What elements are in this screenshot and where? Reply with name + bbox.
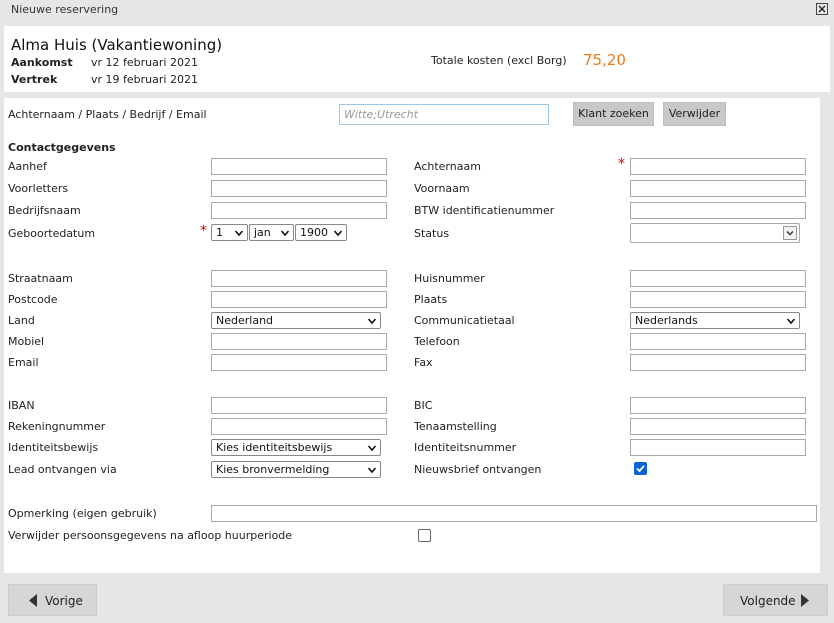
property-name: Alma Huis (Vakantiewoning) — [11, 36, 223, 54]
birth-year-value: 1900 — [300, 226, 328, 239]
arrow-left-icon — [29, 594, 37, 607]
reservation-summary: Alma Huis (Vakantiewoning) Aankomst vr 1… — [4, 26, 830, 92]
nieuwsbrief-checkbox[interactable] — [634, 462, 647, 475]
voorletters-label: Voorletters — [8, 182, 69, 195]
next-button[interactable]: Volgende — [723, 584, 828, 616]
geboortedatum-label: Geboortedatum — [8, 227, 96, 240]
total-costs-label: Totale kosten (excl Borg) — [431, 54, 567, 67]
previous-label: Vorige — [45, 594, 83, 608]
birth-day-select[interactable]: 1 — [211, 224, 248, 241]
fax-field[interactable] — [630, 354, 806, 371]
land-select[interactable]: Nederland — [211, 312, 381, 329]
total-costs-value: 75,20 — [583, 51, 626, 69]
voornaam-label: Voornaam — [414, 182, 470, 195]
find-customer-button[interactable]: Klant zoeken — [573, 102, 654, 126]
postcode-field[interactable] — [211, 291, 387, 308]
btw-label: BTW identificatienummer — [414, 204, 555, 217]
birth-year-select[interactable]: 1900 — [295, 224, 347, 241]
required-marker: * — [618, 156, 625, 172]
mobiel-field[interactable] — [211, 333, 387, 350]
required-marker: * — [200, 223, 207, 239]
tenaamstelling-label: Tenaamstelling — [414, 420, 497, 433]
rekeningnummer-label: Rekeningnummer — [8, 420, 106, 433]
previous-button[interactable]: Vorige — [8, 584, 97, 616]
chevron-down-icon — [368, 467, 376, 474]
next-label: Volgende — [740, 594, 796, 608]
arrival-label: Aankomst — [11, 56, 73, 69]
rekeningnummer-field[interactable] — [211, 418, 387, 435]
straatnaam-field[interactable] — [211, 270, 387, 287]
postcode-label: Postcode — [8, 293, 58, 306]
chevron-down-icon — [235, 230, 243, 237]
land-value: Nederland — [216, 314, 274, 327]
btw-field[interactable] — [630, 202, 806, 219]
email-field[interactable] — [211, 354, 387, 371]
bic-label: BIC — [414, 399, 433, 412]
lead-label: Lead ontvangen via — [8, 463, 117, 476]
bic-field[interactable] — [630, 397, 806, 414]
achternaam-label: Achternaam — [414, 160, 481, 173]
plaats-label: Plaats — [414, 293, 448, 306]
achternaam-field[interactable] — [630, 158, 806, 175]
chevron-down-icon — [368, 318, 376, 325]
departure-label: Vertrek — [11, 73, 58, 86]
huisnummer-field[interactable] — [630, 270, 806, 287]
huisnummer-label: Huisnummer — [414, 272, 485, 285]
chevron-down-icon — [787, 318, 795, 325]
straatnaam-label: Straatnaam — [8, 272, 73, 285]
opmerking-label: Opmerking (eigen gebruik) — [8, 507, 157, 520]
telefoon-field[interactable] — [630, 333, 806, 350]
dialog-title: Nieuwe reservering — [11, 3, 119, 16]
tenaamstelling-field[interactable] — [630, 418, 806, 435]
remove-customer-button[interactable]: Verwijder — [663, 102, 726, 126]
opmerking-field[interactable] — [211, 505, 817, 522]
bedrijfsnaam-field[interactable] — [211, 202, 387, 219]
chevron-down-icon — [334, 230, 342, 237]
arrival-date: vr 12 februari 2021 — [91, 56, 198, 69]
chevron-down-icon — [281, 230, 289, 237]
iban-label: IBAN — [8, 399, 35, 412]
birth-day-value: 1 — [216, 226, 223, 239]
arrow-right-icon — [801, 594, 809, 607]
voornaam-field[interactable] — [630, 180, 806, 197]
birth-month-value: jan — [254, 226, 271, 239]
communicatietaal-label: Communicatietaal — [414, 314, 515, 327]
bedrijfsnaam-label: Bedrijfsnaam — [8, 204, 81, 217]
dialog-titlebar: Nieuwe reservering — [0, 0, 834, 20]
chevron-down-icon — [368, 445, 376, 452]
lead-value: Kies bronvermelding — [216, 463, 330, 476]
chevron-down-icon — [783, 226, 797, 240]
verwijder-checkbox[interactable] — [418, 529, 431, 542]
telefoon-label: Telefoon — [414, 335, 460, 348]
mobiel-label: Mobiel — [8, 335, 45, 348]
identiteitsbewijs-label: Identiteitsbewijs — [8, 441, 99, 454]
search-label: Achternaam / Plaats / Bedrijf / Email — [8, 108, 207, 121]
search-input[interactable]: Witte;Utrecht — [339, 104, 549, 125]
lead-select[interactable]: Kies bronvermelding — [211, 461, 381, 478]
email-label: Email — [8, 356, 39, 369]
close-icon[interactable] — [816, 3, 828, 15]
voorletters-field[interactable] — [211, 180, 387, 197]
communicatietaal-select[interactable]: Nederlands — [630, 312, 800, 329]
aanhef-field[interactable] — [211, 158, 387, 175]
departure-date: vr 19 februari 2021 — [91, 73, 198, 86]
iban-field[interactable] — [211, 397, 387, 414]
checkmark-icon — [636, 465, 645, 473]
aanhef-label: Aanhef — [8, 160, 47, 173]
birth-month-select[interactable]: jan — [249, 224, 294, 241]
identiteitsnummer-field[interactable] — [630, 439, 806, 456]
identiteitsbewijs-value: Kies identiteitsbewijs — [216, 441, 333, 454]
nieuwsbrief-label: Nieuwsbrief ontvangen — [414, 463, 542, 476]
verwijder-label: Verwijder persoonsgegevens na afloop huu… — [8, 529, 293, 542]
identiteitsbewijs-select[interactable]: Kies identiteitsbewijs — [211, 439, 381, 456]
communicatietaal-value: Nederlands — [635, 314, 698, 327]
section-title-contact: Contactgegevens — [8, 141, 116, 154]
fax-label: Fax — [414, 356, 433, 369]
identiteitsnummer-label: Identiteitsnummer — [414, 441, 517, 454]
status-select[interactable] — [630, 223, 800, 243]
plaats-field[interactable] — [630, 291, 806, 308]
land-label: Land — [8, 314, 35, 327]
customer-form: Achternaam / Plaats / Bedrijf / Email Wi… — [4, 98, 820, 573]
status-label: Status — [414, 227, 450, 240]
